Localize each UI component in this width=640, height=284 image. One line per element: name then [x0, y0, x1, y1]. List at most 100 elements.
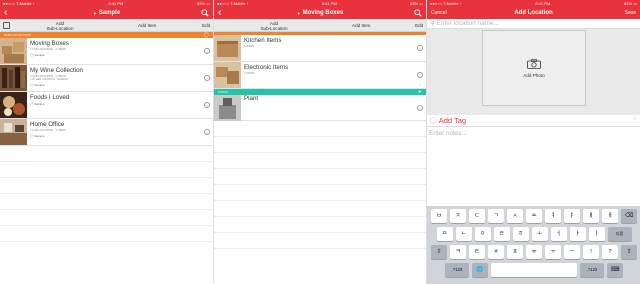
list-item[interactable]: My Wine Collection 2 SUB-LOCATIONS · 2 I…	[0, 65, 213, 92]
status-bar: ●●○○○ T-Mobile ↑ 8:41 PM 83% ▭	[0, 0, 213, 7]
key[interactable]: ㅓ	[550, 227, 567, 241]
notes-field[interactable]: Enter notes...	[427, 127, 640, 140]
back-icon[interactable]: ‹	[218, 7, 221, 19]
thumbnail	[214, 95, 241, 121]
empty-row	[214, 121, 426, 137]
carrier-label: ●●○○○ T-Mobile ↑	[217, 1, 249, 6]
search-icon[interactable]	[414, 9, 422, 17]
list-item[interactable]: Electronic Items 2 ITEMS ›	[214, 62, 426, 89]
empty-row	[0, 146, 213, 162]
item-name: Home Office	[30, 121, 65, 128]
key[interactable]: ㅛ	[526, 209, 542, 223]
key[interactable]: ㅏ	[569, 227, 586, 241]
key[interactable]: ㄱ	[488, 209, 504, 223]
key[interactable]: ㅕ	[545, 209, 561, 223]
key[interactable]: ㅈ	[450, 209, 466, 223]
numbers-key[interactable]: .?123	[445, 263, 469, 277]
add-photo-button[interactable]: Add Photo	[482, 30, 586, 106]
empty-row	[214, 185, 426, 201]
key[interactable]: ㅊ	[488, 245, 504, 259]
status-bar: ●●○○○ T-Mobile ↑ 8:41 PM 83% ▭	[214, 0, 426, 7]
shift-key-right[interactable]: ⇧	[621, 245, 637, 259]
item-name: Kitchen Items	[244, 37, 282, 44]
add-tag-row[interactable]: ◯ Add Tag ›	[427, 115, 640, 127]
add-tag-label: Add Tag	[438, 116, 467, 125]
key[interactable]: ㅌ	[469, 245, 485, 259]
location-name-field[interactable]: ⚲ Enter location name...	[427, 19, 640, 29]
korean-keyboard: ㅂ ㅈ ㄷ ㄱ ㅅ ㅛ ㅕ ㅑ ㅐ ㅔ ⌫ ㅁ ㄴ ㅇ ㄹ ㅎ ㅗ ㅓ ㅏ ㅣ …	[427, 206, 640, 284]
space-key[interactable]	[491, 263, 577, 277]
list-item[interactable]: Plant ›	[214, 95, 426, 121]
section-label: Sub-Locations	[4, 33, 31, 37]
key[interactable]: ㄹ	[493, 227, 510, 241]
chevron-right-icon[interactable]: ›	[204, 75, 210, 81]
chevron-down-icon: ▼	[92, 10, 97, 16]
page-title: Moving Boxes	[302, 10, 344, 16]
edit-button[interactable]: Edit	[202, 23, 210, 28]
key[interactable]: ㄷ	[469, 209, 485, 223]
clock: 8:41 PM	[108, 1, 124, 6]
view-toggle-icon[interactable]	[3, 22, 10, 29]
key[interactable]: ㅔ	[602, 209, 618, 223]
key[interactable]: ㅁ	[436, 227, 453, 241]
save-button[interactable]: Save	[625, 7, 636, 19]
next-key[interactable]: 다음	[607, 227, 632, 241]
chevron-right-icon[interactable]: ›	[204, 102, 210, 108]
cancel-button[interactable]: Cancel	[431, 7, 447, 19]
page-title: Sample	[98, 10, 121, 16]
chevron-right-icon[interactable]: ›	[417, 105, 423, 111]
key[interactable]: ㅜ	[545, 245, 561, 259]
chevron-right-icon[interactable]: ›	[417, 72, 423, 78]
item-name: My Wine Collection	[30, 67, 83, 74]
page-title-dropdown[interactable]: ▼ Moving Boxes	[297, 10, 344, 16]
tag-label: Sample	[34, 53, 45, 57]
photo-area: Add Photo	[427, 29, 640, 115]
keyboard-dismiss-key[interactable]: ⌨	[607, 263, 623, 277]
item-subtitle: 2 ITEMS	[244, 71, 255, 75]
key[interactable]: ㅍ	[507, 245, 523, 259]
screen-sample: ●●○○○ T-Mobile ↑ 8:41 PM 83% ▭ ‹ ▼ Sampl…	[0, 0, 213, 284]
notes-placeholder: Enter notes...	[429, 130, 468, 137]
key[interactable]: ㅎ	[512, 227, 529, 241]
key[interactable]: ?	[602, 245, 618, 259]
edit-button[interactable]: Edit	[415, 23, 423, 28]
nav-bar: Cancel Add Location Save	[427, 7, 640, 19]
back-icon[interactable]: ‹	[4, 7, 7, 19]
key[interactable]: ㅡ	[564, 245, 580, 259]
key[interactable]: ㅅ	[507, 209, 523, 223]
battery-label: 83% ▭	[197, 1, 210, 6]
chevron-right-icon[interactable]: ›	[204, 48, 210, 54]
key[interactable]: ㅠ	[526, 245, 542, 259]
chevron-right-icon[interactable]: ›	[417, 45, 423, 51]
key[interactable]: ㅣ	[588, 227, 605, 241]
backspace-key[interactable]: ⌫	[621, 209, 637, 223]
key[interactable]: ㅋ	[450, 245, 466, 259]
key[interactable]: ㅗ	[531, 227, 548, 241]
battery-label: 83% ▭	[410, 1, 423, 6]
screen-moving-boxes: ●●○○○ T-Mobile ↑ 8:41 PM 83% ▭ ‹ ▼ Movin…	[213, 0, 426, 284]
toolbar: Add Sub-Location Add Item Edit	[0, 19, 213, 32]
key[interactable]: ㅐ	[583, 209, 599, 223]
numbers-key-right[interactable]: .?123	[580, 263, 604, 277]
key[interactable]: ㄴ	[455, 227, 472, 241]
add-item-button[interactable]: Add Item	[138, 23, 156, 28]
empty-row	[0, 210, 213, 226]
shift-key[interactable]: ⇧	[431, 245, 447, 259]
key[interactable]: ㅇ	[474, 227, 491, 241]
chevron-right-icon[interactable]: ›	[204, 129, 210, 135]
item-subtitle: 2 ITEMS	[244, 44, 255, 48]
screen-add-location: ●●○○○ T-Mobile ↑ 8:41 PM 81% ▭ Cancel Ad…	[426, 0, 640, 284]
list-item[interactable]: Moving Boxes 2 SUB-LOCATIONS · 2 ITEMS ◯…	[0, 38, 213, 65]
list-item[interactable]: Home Office 1 SUB-LOCATIONS · 1 ITEMS ◯ S…	[0, 119, 213, 146]
list-item[interactable]: Foods I Loved ◯ Sample ›	[0, 92, 213, 119]
key[interactable]: ㅂ	[431, 209, 447, 223]
add-sub-location-button[interactable]: Add Sub-Location	[254, 21, 294, 31]
globe-key[interactable]: 🌐	[472, 263, 488, 277]
key[interactable]: ㅑ	[564, 209, 580, 223]
key[interactable]: !	[583, 245, 599, 259]
add-sub-location-button[interactable]: Add Sub-Location	[40, 21, 80, 31]
search-icon[interactable]	[201, 9, 209, 17]
list-item[interactable]: Kitchen Items 2 ITEMS ›	[214, 35, 426, 62]
add-item-button[interactable]: Add Item	[352, 23, 370, 28]
page-title-dropdown[interactable]: ▼ Sample	[93, 10, 120, 16]
